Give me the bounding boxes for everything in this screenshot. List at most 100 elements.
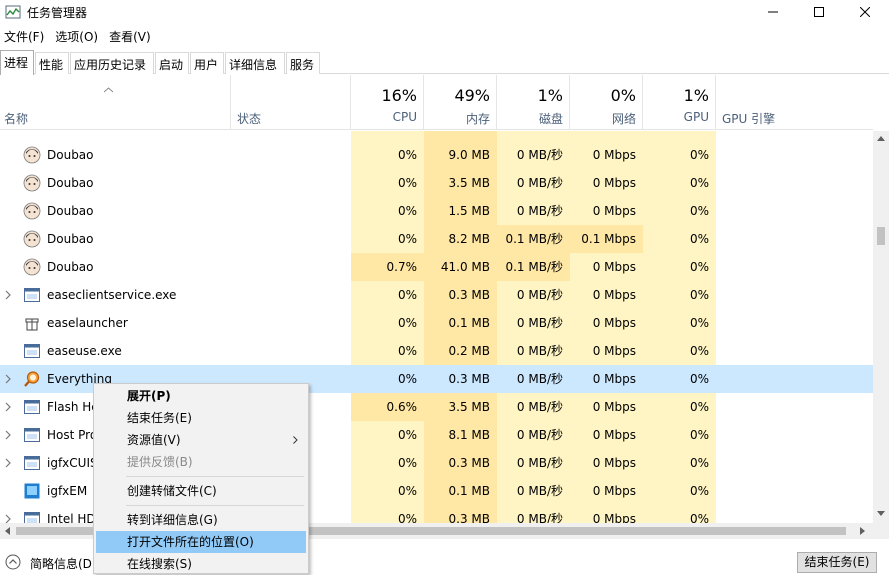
header-cpu[interactable]: 16% CPU [351, 75, 424, 130]
disk-cell: 0 MB/秒 [497, 337, 570, 365]
header-disk[interactable]: 1% 磁盘 [497, 75, 570, 130]
disk-cell: 0 MB/秒 [497, 505, 570, 523]
menu-separator [126, 505, 304, 506]
expand-chevron-icon[interactable] [4, 401, 12, 413]
menu-separator [126, 476, 304, 477]
tab-users[interactable]: 用户 [190, 52, 224, 74]
end-task-button[interactable]: 结束任务(E) [797, 552, 877, 573]
disk-cell: 0 MB/秒 [497, 421, 570, 449]
disk-cell: 0 MB/秒 [516, 372, 563, 386]
header-network-pct: 0% [610, 86, 636, 105]
gpu-cell: 0% [643, 253, 716, 281]
header-memory[interactable]: 49% 内存 [424, 75, 497, 130]
header-network[interactable]: 0% 网络 [570, 75, 643, 130]
process-name: Intel HD [47, 512, 96, 523]
doubao-icon [23, 174, 41, 192]
cpu-cell: 0% [351, 477, 424, 505]
header-name[interactable]: 名称 [0, 75, 231, 130]
table-row[interactable]: Doubao 0.7% 41.0 MB 0.1 MB/秒 0 Mbps 0% [0, 253, 873, 281]
disk-cell: 0 MB/秒 [497, 141, 570, 169]
sort-ascending-icon [104, 87, 113, 93]
network-cell: 0.1 Mbps [570, 225, 643, 253]
table-row[interactable]: Doubao 0% 8.2 MB 0.1 MB/秒 0.1 Mbps 0% [0, 225, 873, 253]
memory-cell: 8.2 MB [424, 225, 497, 253]
table-row[interactable]: Doubao 0% 9.0 MB 0 MB/秒 0 Mbps 0% [0, 141, 873, 169]
table-row[interactable]: Doubao 0% 3.5 MB 0 MB/秒 0 Mbps 0% [0, 169, 873, 197]
minimize-button[interactable] [750, 0, 796, 24]
doubao-icon [23, 258, 41, 276]
app-window-icon [24, 288, 40, 302]
tab-services[interactable]: 服务 [286, 52, 320, 74]
menu-search-online[interactable]: 在线搜索(S) [96, 553, 306, 575]
network-cell: 0 Mbps [570, 449, 643, 477]
gpu-cell: 0% [643, 337, 716, 365]
menu-goto-details[interactable]: 转到详细信息(G) [96, 509, 306, 531]
menu-open-file-location[interactable]: 打开文件所在的位置(O) [96, 531, 306, 553]
network-cell: 0 Mbps [570, 281, 643, 309]
close-icon [860, 7, 870, 17]
disk-cell: 0.1 MB/秒 [497, 253, 570, 281]
collapse-up-icon[interactable] [5, 554, 21, 570]
header-cpu-pct: 16% [381, 86, 417, 105]
disk-cell: 0 MB/秒 [497, 449, 570, 477]
menu-options[interactable]: 选项(O) [51, 26, 102, 46]
disk-cell: 0 MB/秒 [497, 309, 570, 337]
tab-startup[interactable]: 启动 [155, 52, 189, 74]
tab-processes[interactable]: 进程 [0, 50, 34, 75]
scroll-right-icon[interactable] [860, 527, 866, 535]
memory-cell: 3.5 MB [424, 169, 497, 197]
header-gpu-engine[interactable]: GPU 引擎 [716, 75, 873, 130]
memory-cell: 0.2 MB [424, 337, 497, 365]
memory-cell: 0.3 MB [424, 505, 497, 523]
gpu-cell: 0% [643, 281, 716, 309]
expand-chevron-icon[interactable] [4, 289, 12, 301]
disk-cell: 0 MB/秒 [497, 281, 570, 309]
menu-end-task[interactable]: 结束任务(E) [96, 407, 306, 429]
process-name: igfxEM [47, 484, 88, 498]
close-button[interactable] [842, 0, 888, 24]
cpu-cell: 0% [351, 169, 424, 197]
gpu-cell: 0% [643, 225, 716, 253]
tab-performance[interactable]: 性能 [35, 52, 69, 74]
doubao-icon [23, 202, 41, 220]
expand-chevron-icon[interactable] [4, 457, 12, 469]
vertical-scrollbar[interactable] [873, 131, 889, 523]
scroll-up-icon[interactable] [877, 135, 885, 141]
process-name: Flash He [47, 400, 99, 414]
expand-chevron-icon[interactable] [4, 429, 12, 441]
app-window-icon [24, 456, 40, 470]
less-details-link[interactable]: 简略信息(D) [30, 555, 97, 572]
column-header: 名称 状态 16% CPU 49% 内存 1% 磁盘 0% 网络 1% GPU … [0, 75, 873, 130]
process-name: igfxCUIS [47, 456, 98, 470]
network-cell [570, 131, 643, 141]
scroll-left-icon[interactable] [4, 527, 10, 535]
menu-expand[interactable]: 展开(P) [96, 385, 306, 407]
memory-cell: 0.3 MB [424, 449, 497, 477]
menu-file[interactable]: 文件(F) [0, 26, 48, 46]
disk-cell: 0 MB/秒 [497, 197, 570, 225]
table-row[interactable]: Doubao 0% 1.5 MB 0 MB/秒 0 Mbps 0% [0, 197, 873, 225]
expand-chevron-icon[interactable] [4, 373, 12, 385]
maximize-button[interactable] [796, 0, 842, 24]
table-row[interactable]: easeuse.exe 0% 0.2 MB 0 MB/秒 0 Mbps 0% [0, 337, 873, 365]
header-status[interactable]: 状态 [231, 75, 351, 130]
disk-cell: 0.1 MB/秒 [497, 225, 570, 253]
tab-app-history[interactable]: 应用历史记录 [70, 52, 154, 74]
header-gpu[interactable]: 1% GPU [643, 75, 716, 130]
window-title: 任务管理器 [27, 6, 88, 20]
network-cell: 0 Mbps [570, 169, 643, 197]
menu-view[interactable]: 查看(V) [105, 26, 155, 46]
memory-cell: 8.1 MB [424, 421, 497, 449]
tab-details[interactable]: 详细信息 [225, 52, 285, 74]
scroll-down-icon[interactable] [877, 511, 885, 517]
vertical-scroll-thumb[interactable] [877, 227, 885, 245]
menu-feedback: 提供反馈(B) [127, 455, 193, 469]
cpu-cell: 0% [351, 505, 424, 523]
menu-create-dump[interactable]: 创建转储文件(C) [96, 480, 306, 502]
expand-chevron-icon[interactable] [4, 513, 12, 523]
table-row[interactable]: easelauncher 0% 0.1 MB 0 MB/秒 0 Mbps 0% [0, 309, 873, 337]
table-row[interactable]: easeclientservice.exe 0% 0.3 MB 0 MB/秒 0 Mbp… [0, 281, 873, 309]
app-window-icon [24, 428, 40, 442]
menu-resource-values[interactable]: 资源值(V) [96, 429, 306, 451]
network-cell: 0 Mbps [570, 505, 643, 523]
